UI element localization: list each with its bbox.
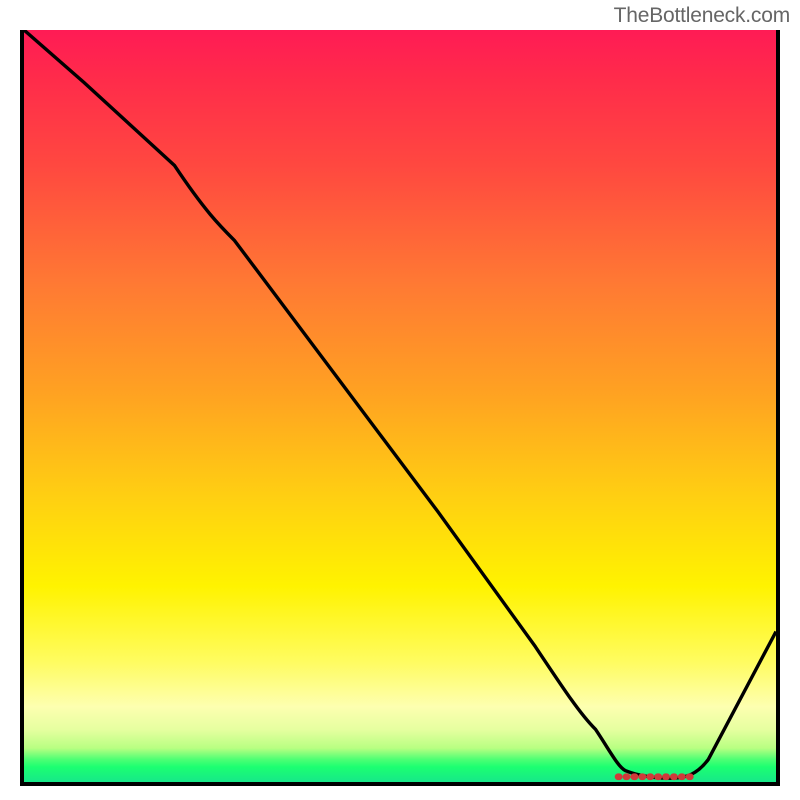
marker-layer — [24, 30, 776, 782]
chart-canvas: TheBottleneck.com — [0, 0, 800, 800]
attribution-text: TheBottleneck.com — [614, 4, 790, 28]
plot-area — [20, 30, 780, 786]
